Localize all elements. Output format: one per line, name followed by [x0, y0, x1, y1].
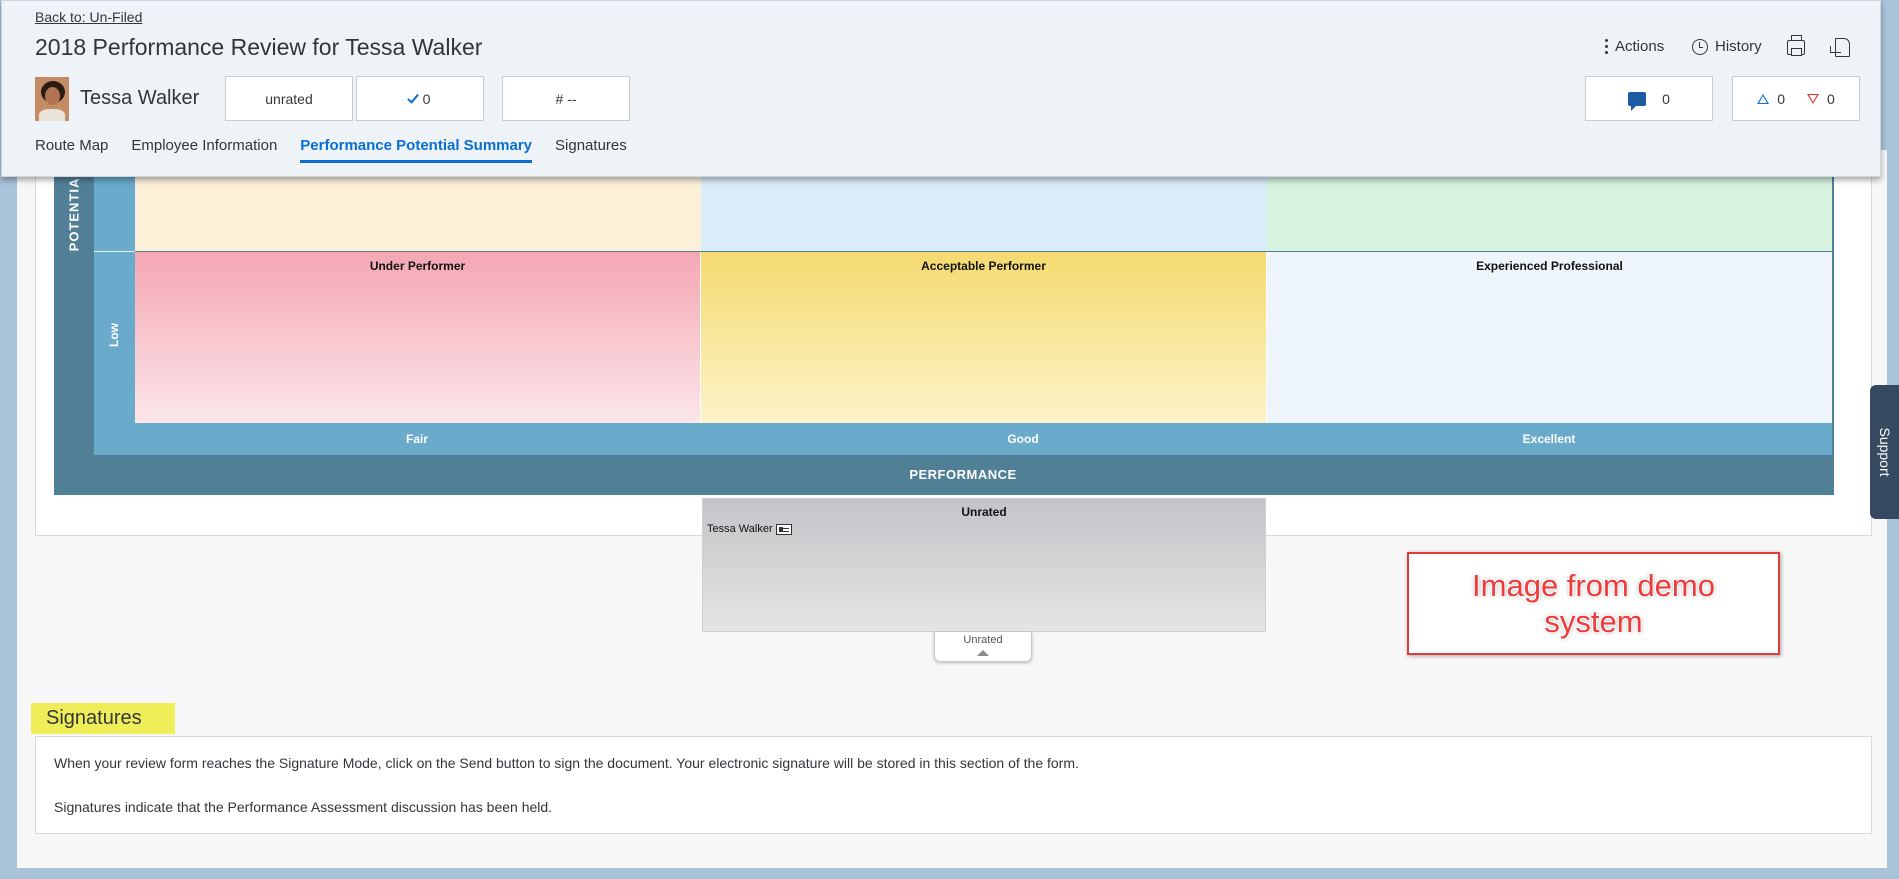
- demo-annotation: Image from demo system: [1407, 552, 1780, 655]
- up-down-box[interactable]: 0 0: [1732, 76, 1860, 121]
- unrated-tab-label: Unrated: [963, 634, 1003, 646]
- tab-employee-information[interactable]: Employee Information: [131, 137, 277, 163]
- column-label-good: Good: [1007, 432, 1039, 446]
- potential-axis: POTENTIAL: [54, 150, 94, 455]
- rating-box[interactable]: unrated: [225, 76, 353, 121]
- actions-label: Actions: [1615, 38, 1665, 55]
- signatures-text-2: Signatures indicate that the Performance…: [54, 799, 553, 815]
- cell-under-performer-title: Under Performer: [369, 259, 466, 273]
- unrated-box[interactable]: Unrated Tessa Walker: [702, 498, 1266, 632]
- history-label: History: [1715, 38, 1762, 55]
- up-count: 0: [1777, 90, 1785, 107]
- tab-signatures[interactable]: Signatures: [555, 137, 627, 163]
- support-label: Support: [1877, 427, 1893, 477]
- triangle-down-icon: [1807, 93, 1819, 104]
- performance-axis-label: PERFORMANCE: [909, 467, 1017, 482]
- tab-performance-potential-summary[interactable]: Performance Potential Summary: [300, 137, 533, 163]
- row-label-column: M Low: [94, 150, 135, 423]
- nine-box-grid: POTENTIAL M Low Under Performer Acceptab…: [54, 150, 1834, 495]
- more-vertical-icon: [1605, 39, 1608, 42]
- page-title: 2018 Performance Review for Tessa Walker: [35, 34, 483, 60]
- column-label-fair: Fair: [405, 432, 428, 446]
- demo-annotation-text: Image from demo system: [1472, 567, 1715, 639]
- triangle-up-icon: [1757, 93, 1770, 104]
- check-count-box[interactable]: 0: [356, 76, 484, 121]
- history-button[interactable]: History: [1692, 38, 1762, 55]
- signatures-card: When your review form reaches the Signat…: [35, 736, 1872, 834]
- tab-bar: Route Map Employee Information Performan…: [35, 137, 650, 163]
- check-count: 0: [422, 90, 431, 107]
- comments-count: 0: [1662, 90, 1670, 107]
- unrated-toggle-tab[interactable]: Unrated: [934, 632, 1032, 662]
- performance-column-labels: Fair Good Excellent: [94, 423, 1832, 455]
- performance-axis: PERFORMANCE: [94, 455, 1832, 495]
- support-tab[interactable]: Support: [1870, 385, 1899, 519]
- unrated-title: Unrated: [961, 505, 1007, 519]
- cell-acceptable-performer-title: Acceptable Performer: [921, 259, 1046, 273]
- back-link[interactable]: Back to: Un-Filed: [35, 9, 142, 25]
- page-header: Back to: Un-Filed 2018 Performance Revie…: [1, 0, 1881, 177]
- signatures-text-1: When your review form reaches the Signat…: [54, 755, 1079, 771]
- column-label-excellent: Excellent: [1522, 432, 1576, 446]
- tab-route-map[interactable]: Route Map: [35, 137, 108, 163]
- hash-box[interactable]: # --: [502, 76, 630, 121]
- avatar[interactable]: [35, 77, 69, 121]
- down-count: 0: [1827, 90, 1835, 107]
- print-icon[interactable]: [1787, 35, 1805, 56]
- row-label-low: Low: [107, 323, 121, 347]
- profile-card-icon[interactable]: [775, 523, 792, 535]
- cell-experienced-professional[interactable]: Experienced Professional: [1267, 252, 1832, 423]
- actions-button[interactable]: Actions: [1605, 38, 1664, 55]
- check-icon: [406, 90, 419, 104]
- comment-icon: [1628, 91, 1647, 111]
- signatures-heading: Signatures: [31, 703, 175, 734]
- clock-icon: [1692, 38, 1708, 55]
- cell-acceptable-performer[interactable]: Acceptable Performer: [701, 252, 1267, 423]
- hash-value: # --: [555, 90, 577, 107]
- row-divider: [94, 251, 135, 252]
- employee-name: Tessa Walker: [80, 87, 200, 109]
- employee-chip[interactable]: Tessa Walker: [707, 523, 792, 535]
- potential-axis-label: POTENTIAL: [66, 168, 82, 252]
- employee-chip-name: Tessa Walker: [707, 523, 773, 535]
- cell-under-performer[interactable]: Under Performer: [135, 252, 701, 423]
- comments-box[interactable]: 0: [1585, 76, 1713, 121]
- cell-experienced-professional-title: Experienced Professional: [1476, 259, 1623, 273]
- rating-value: unrated: [265, 90, 313, 107]
- pdf-export-icon[interactable]: [1830, 38, 1850, 57]
- caret-up-icon: [977, 650, 989, 656]
